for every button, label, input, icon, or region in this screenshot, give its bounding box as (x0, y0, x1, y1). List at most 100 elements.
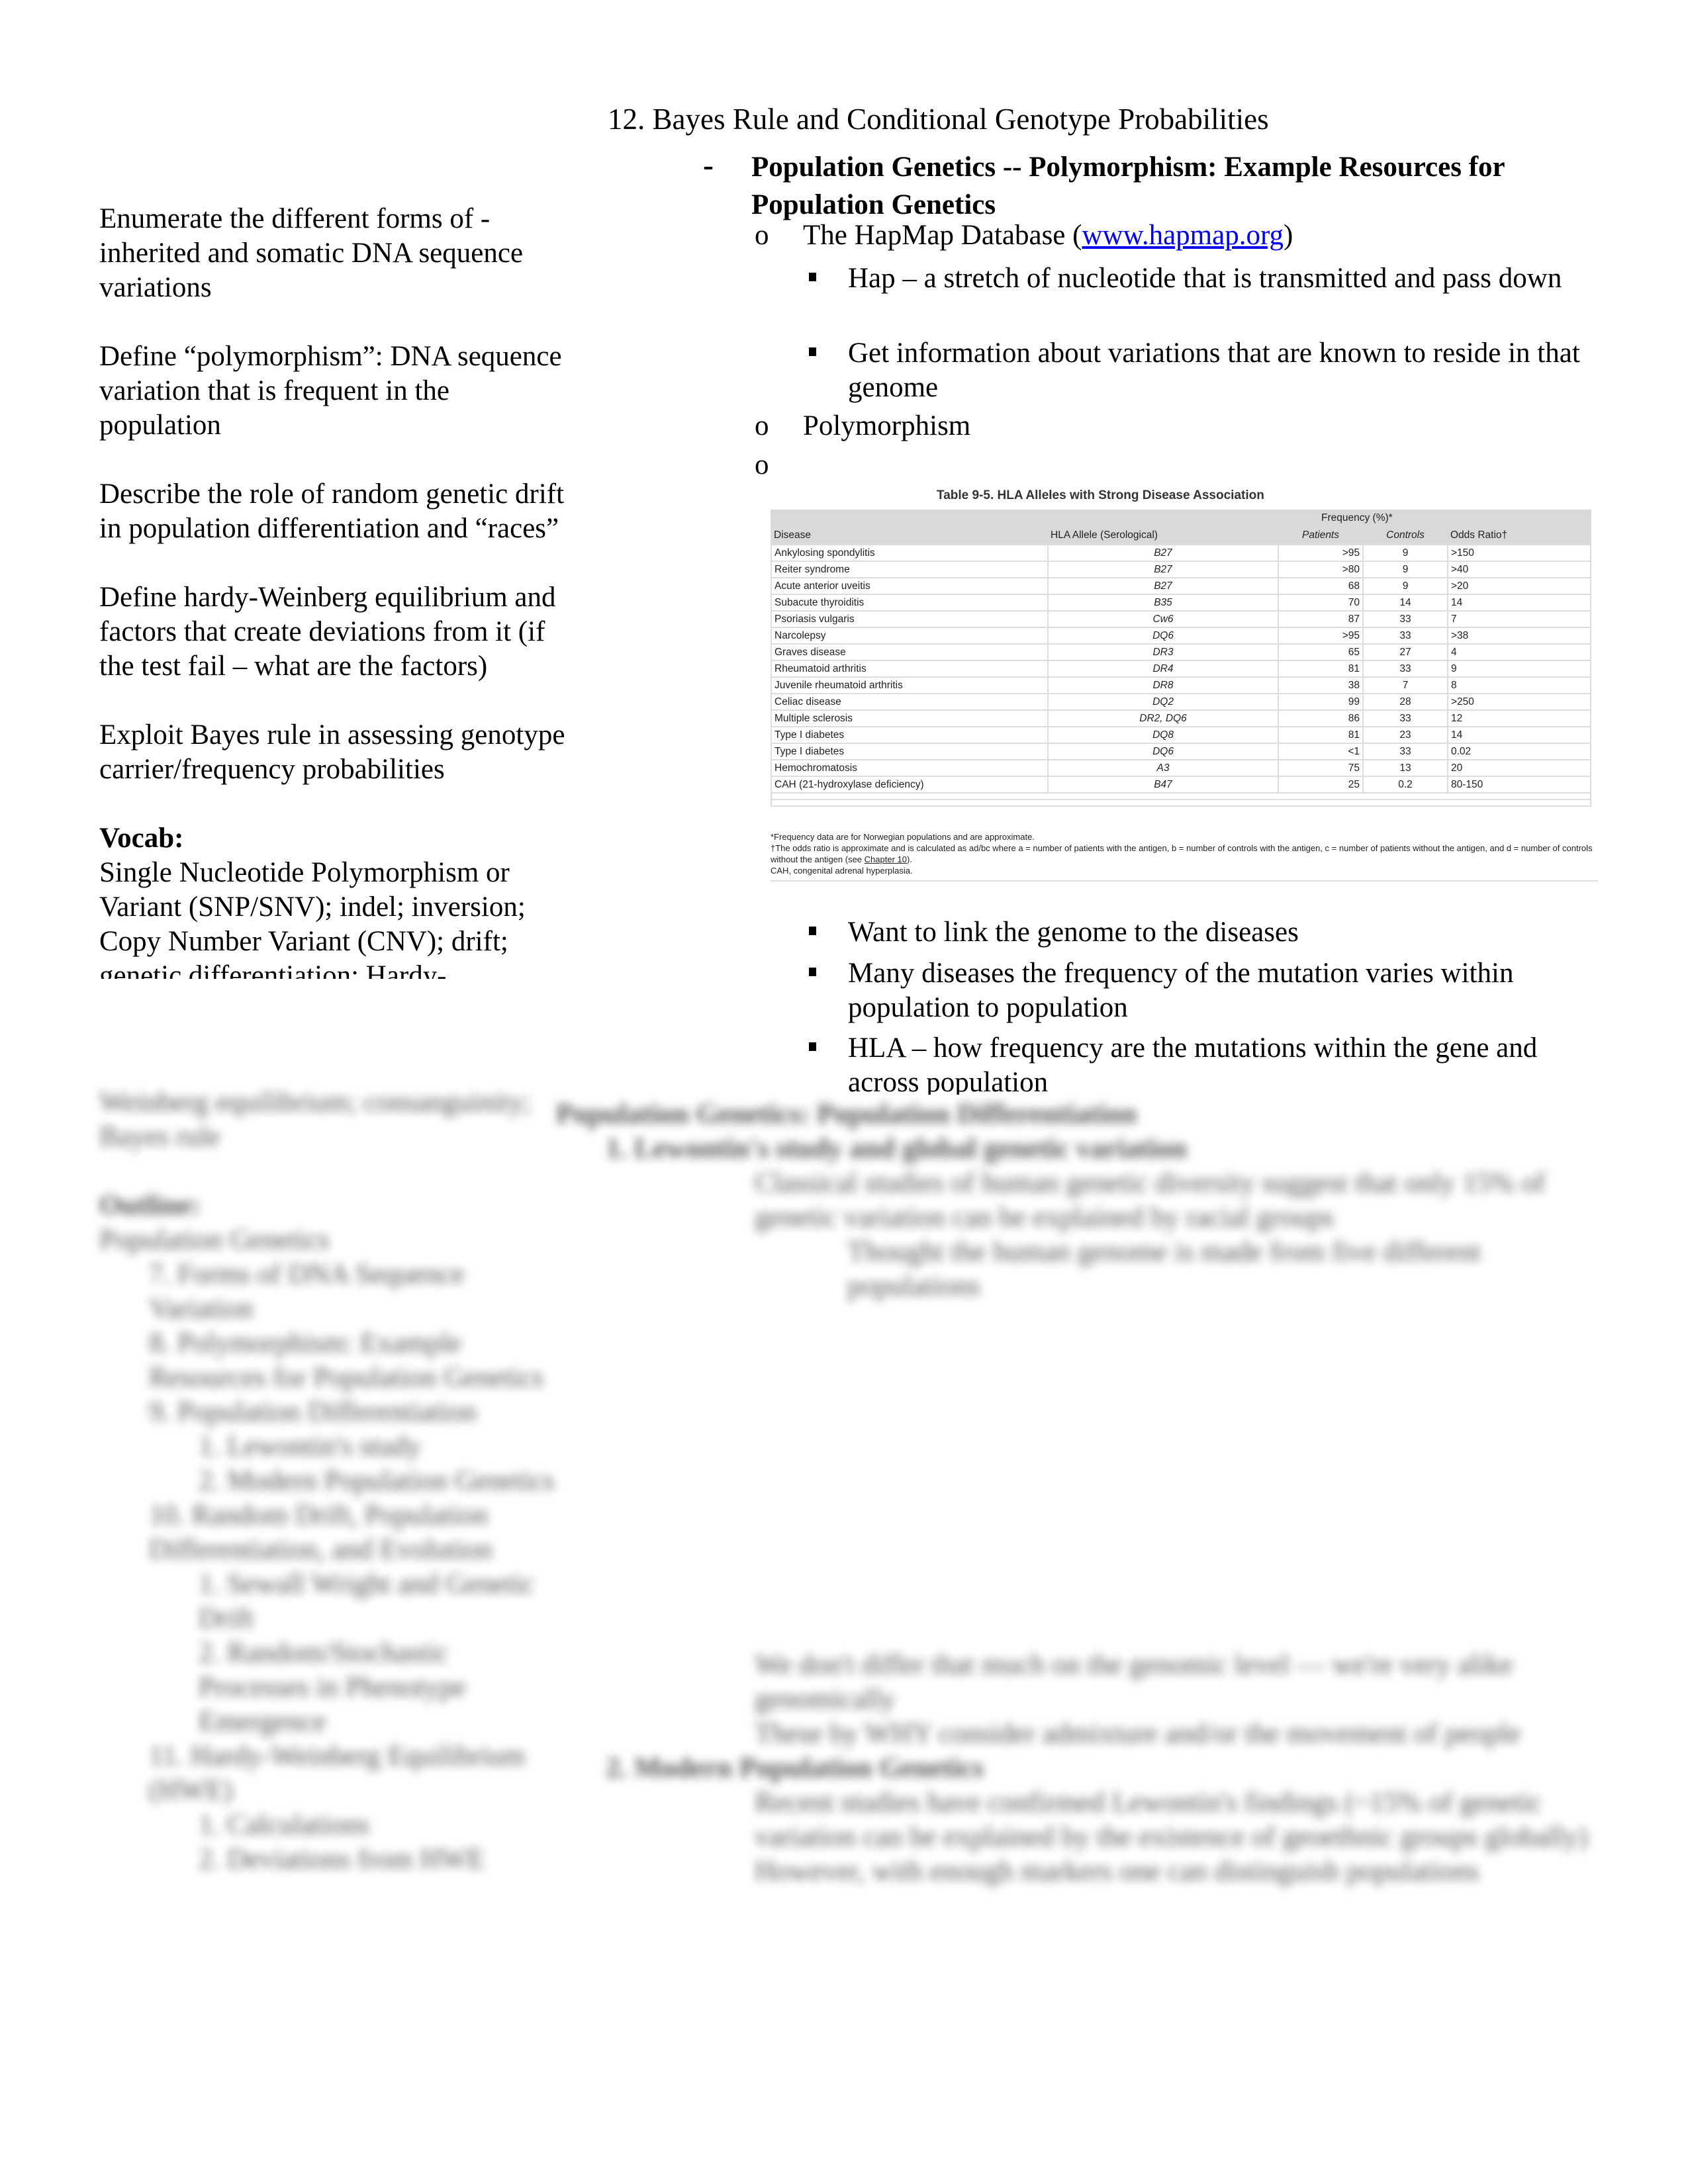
cell-odds-ratio: >40 (1447, 561, 1591, 578)
cell-controls: 33 (1362, 743, 1448, 760)
table-row: Juvenile rheumatoid arthritis DR8 38 7 8 (771, 676, 1591, 694)
cell-controls: 28 (1362, 693, 1448, 711)
table-row: Ankylosing spondylitis B27 >95 9 >150 (771, 544, 1591, 562)
table-row: Narcolepsy DQ6 >95 33 >38 (771, 627, 1591, 645)
table-caption: Table 9-5. HLA Alleles with Strong Disea… (937, 488, 1264, 502)
square-bullet-icon (809, 968, 816, 979)
square-bullet-icon (809, 347, 816, 359)
cell-controls: 14 (1362, 594, 1448, 612)
outline-item: 9. Population Differentiation (149, 1396, 477, 1428)
cell-allele: DR8 (1047, 676, 1279, 694)
col-header-patients: Patients (1301, 529, 1339, 541)
blurred-right-content: Population Genetics: Population Differen… (556, 1097, 1589, 1889)
cell-patients: 99 (1278, 693, 1364, 711)
cell-allele: DQ6 (1047, 627, 1279, 645)
outline-item: 8. Polymorphism: Example Resources for P… (149, 1328, 543, 1393)
cell-patients: <1 (1278, 743, 1364, 760)
cell-controls: 9 (1362, 561, 1448, 578)
outline-item: 2. Random/Stochastic Processes in Phenot… (199, 1637, 466, 1737)
cell-allele: B35 (1047, 594, 1279, 612)
bullet-hla-frequency: HLA – how frequency are the mutations wi… (848, 1032, 1538, 1095)
outline-item: 11. Hardy-Weinberg Equilibrium (HWE) (149, 1741, 526, 1806)
cell-allele: A3 (1047, 759, 1279, 777)
cell-allele: DQ2 (1047, 693, 1279, 711)
table-row: Graves disease DR3 65 27 4 (771, 643, 1591, 661)
hapmap-suffix: ) (1284, 220, 1293, 251)
hla-table-figure: Table 9-5. HLA Alleles with Strong Disea… (761, 483, 1599, 882)
cell-allele: B27 (1047, 561, 1279, 578)
cell-patients: 87 (1278, 610, 1364, 628)
cell-odds-ratio: 8 (1447, 676, 1591, 694)
table-row: Type I diabetes DQ6 <1 33 0.02 (771, 743, 1591, 760)
col-header-odds-ratio: Odds Ratio† (1450, 529, 1508, 541)
table-row: Hemochromatosis A3 75 13 20 (771, 759, 1591, 777)
cell-disease: Multiple sclerosis (771, 709, 1049, 727)
hapmap-prefix: The HapMap Database ( (803, 220, 1082, 251)
cell-odds-ratio: 9 (1447, 660, 1591, 678)
square-bullet-icon (809, 927, 816, 938)
vocab-text-cut-wrap: genetic differentiation; Hardy- (99, 959, 576, 979)
divider (771, 880, 1598, 882)
cell-odds-ratio: >38 (1447, 627, 1591, 645)
blurred-left-content: Weinberg equilibrium; consanguinity; Bay… (99, 1085, 563, 1877)
outline-item: 1. Lewontin's study (199, 1431, 422, 1462)
table-body: Ankylosing spondylitis B27 >95 9 >150 Reiter … (771, 544, 1591, 807)
cell-disease: Hemochromatosis (771, 759, 1049, 777)
circle-bullet-icon: o (755, 449, 769, 480)
cell-controls: 9 (1362, 544, 1448, 562)
outline-item: 2. Modern Population Genetics (199, 1465, 555, 1496)
cell-allele: B27 (1047, 544, 1279, 562)
cell-disease: Ankylosing spondylitis (771, 544, 1049, 562)
cell-allele: B47 (1047, 776, 1279, 794)
outline-sub: Population Genetics (99, 1224, 330, 1255)
frequency-group-header: Frequency (%)* (1321, 512, 1393, 523)
cell-patients: 25 (1278, 776, 1364, 794)
table-row: Psoriasis vulgaris Cw6 87 33 7 (771, 610, 1591, 628)
table-footnotes: *Frequency data are for Norwegian popula… (771, 831, 1598, 876)
cell-odds-ratio: 80-150 (1447, 776, 1591, 794)
table-row: CAH (21-hydroxylase deficiency) B47 25 0.2 8… (771, 776, 1591, 794)
cell-patients: 86 (1278, 709, 1364, 727)
cell-odds-ratio: 14 (1447, 594, 1591, 612)
outline-item: 1. Calculations (199, 1809, 369, 1841)
cell-odds-ratio: >20 (1447, 577, 1591, 595)
blurred-item: However, with enough markers one can dis… (755, 1856, 1479, 1887)
cell-patients: 81 (1278, 726, 1364, 744)
cell-allele: Cw6 (1047, 610, 1279, 628)
cell-disease: Graves disease (771, 643, 1049, 661)
blurred-item: We don't differ that much on the genomic… (755, 1649, 1513, 1715)
subsection-heading: Population Genetics -- Polymorphism: Exa… (751, 152, 1505, 220)
cell-patients: 81 (1278, 660, 1364, 678)
vocab-text-cut: genetic differentiation; Hardy- (99, 960, 447, 979)
footnote: CAH, congenital adrenal hyperplasia. (771, 866, 913, 876)
table-row: Multiple sclerosis DR2, DQ6 86 33 12 (771, 709, 1591, 727)
cell-patients: 68 (1278, 577, 1364, 595)
outline-item: 1. Sewall Wright and Genetic Drift (199, 1569, 535, 1634)
hla-alleles-table: Frequency (%)* Disease HLA Allele (Serol… (771, 510, 1591, 807)
section-title: 12. Bayes Rule and Conditional Genotype … (608, 103, 1269, 136)
cell-odds-ratio: 0.02 (1447, 743, 1591, 760)
chapter-link[interactable]: Chapter 10 (865, 854, 907, 864)
hap-definition: Hap – a stretch of nucleotide that is tr… (848, 263, 1562, 294)
cell-odds-ratio: >250 (1447, 693, 1591, 711)
vocab-heading: Vocab: (99, 823, 184, 854)
cell-disease: Celiac disease (771, 693, 1049, 711)
cell-patients: 75 (1278, 759, 1364, 777)
blurred-item: Thought the human genome is made from fi… (847, 1236, 1481, 1302)
cell-controls: 33 (1362, 610, 1448, 628)
cell-allele: DR4 (1047, 660, 1279, 678)
table-empty-row (771, 799, 1591, 807)
circle-bullet-icon: o (755, 220, 769, 251)
cell-allele: DQ8 (1047, 726, 1279, 744)
hapmap-link[interactable]: www.hapmap.org (1082, 220, 1284, 251)
col-header-allele: HLA Allele (Serological) (1051, 529, 1158, 541)
table-row: Subacute thyroiditis B35 70 14 14 (771, 594, 1591, 612)
cell-odds-ratio: >150 (1447, 544, 1591, 562)
bullet-link-genome: Want to link the genome to the diseases (848, 917, 1299, 948)
cell-disease: Rheumatoid arthritis (771, 660, 1049, 678)
cell-disease: Psoriasis vulgaris (771, 610, 1049, 628)
square-bullet-icon (809, 1042, 816, 1054)
outline-item: 7. Forms of DNA Sequence Variation (149, 1259, 465, 1324)
cell-controls: 13 (1362, 759, 1448, 777)
hapmap-item: The HapMap Database (www.hapmap.org) (803, 218, 1597, 253)
